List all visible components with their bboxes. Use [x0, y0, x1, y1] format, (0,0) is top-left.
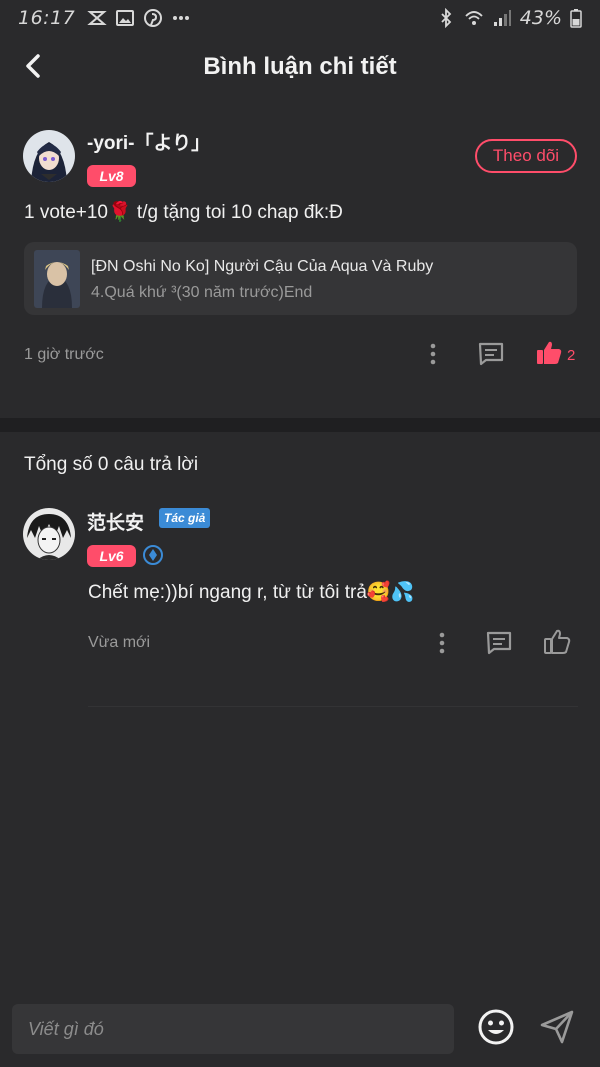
- battery-percent: 43%: [519, 7, 562, 29]
- avatar[interactable]: [23, 130, 75, 182]
- reply-text: Chết mẹ:))bí ngang r, từ từ tôi trả🥰💦: [88, 582, 415, 603]
- wifi-icon: [465, 11, 483, 25]
- verified-icon: [143, 545, 163, 565]
- replies-count-heading: Tổng số 0 câu trả lời: [24, 454, 199, 475]
- reply-avatar-image: [23, 508, 75, 560]
- reply-time: Vừa mới: [88, 634, 151, 651]
- bluetooth-icon: [441, 8, 452, 28]
- status-time: 16:17: [18, 7, 76, 29]
- image-notification-icon: [116, 10, 135, 26]
- level-badge: Lv8: [87, 165, 136, 187]
- reply-separator: [88, 706, 578, 707]
- more-vertical-icon[interactable]: [419, 340, 447, 368]
- reply-avatar[interactable]: [23, 508, 75, 560]
- story-title: [ĐN Oshi No Ko] Người Cậu Của Aqua Và Ru…: [91, 258, 434, 275]
- reply-username[interactable]: 范长安: [87, 508, 144, 535]
- story-thumbnail: [34, 250, 80, 308]
- like-count: 2: [567, 347, 576, 364]
- app-notification-icon: [87, 11, 107, 25]
- comment-input[interactable]: [12, 1004, 454, 1054]
- avatar-image: [23, 130, 75, 182]
- comment-time: 1 giờ trước: [24, 346, 104, 363]
- comment-username[interactable]: -yori-「より」: [87, 128, 210, 155]
- author-tag: Tác giả: [159, 508, 211, 528]
- story-chapter: 4.Quá khứ ³(30 năm trước)End: [91, 284, 313, 301]
- header: Bình luận chi tiết: [0, 36, 600, 98]
- notification-icons: [87, 8, 191, 28]
- follow-button[interactable]: Theo dõi: [475, 139, 577, 173]
- status-bar: 16:17 43%: [0, 0, 600, 36]
- story-card[interactable]: [ĐN Oshi No Ko] Người Cậu Của Aqua Và Ru…: [24, 242, 577, 315]
- reply-thumbs-up-icon[interactable]: [543, 628, 571, 656]
- section-divider: [0, 418, 600, 432]
- battery-icon: [570, 9, 582, 28]
- reply-level-badge: Lv6: [87, 545, 136, 567]
- comment-icon[interactable]: [477, 340, 505, 368]
- reply-comment-icon[interactable]: [485, 629, 513, 657]
- emoji-icon[interactable]: [477, 1008, 515, 1046]
- comment-text: 1 vote+10🌹 t/g tặng toi 10 chap đk:Đ: [24, 202, 343, 223]
- back-arrow-icon[interactable]: [18, 50, 50, 82]
- more-notifications-icon: [173, 16, 190, 20]
- pinterest-notification-icon: [144, 9, 163, 27]
- page-title: Bình luận chi tiết: [203, 53, 397, 80]
- thumbs-up-icon[interactable]: [535, 339, 563, 367]
- send-icon[interactable]: [538, 1008, 576, 1046]
- signal-icon: [493, 10, 511, 26]
- reply-more-vertical-icon[interactable]: [428, 629, 456, 657]
- comment-composer: [0, 990, 600, 1067]
